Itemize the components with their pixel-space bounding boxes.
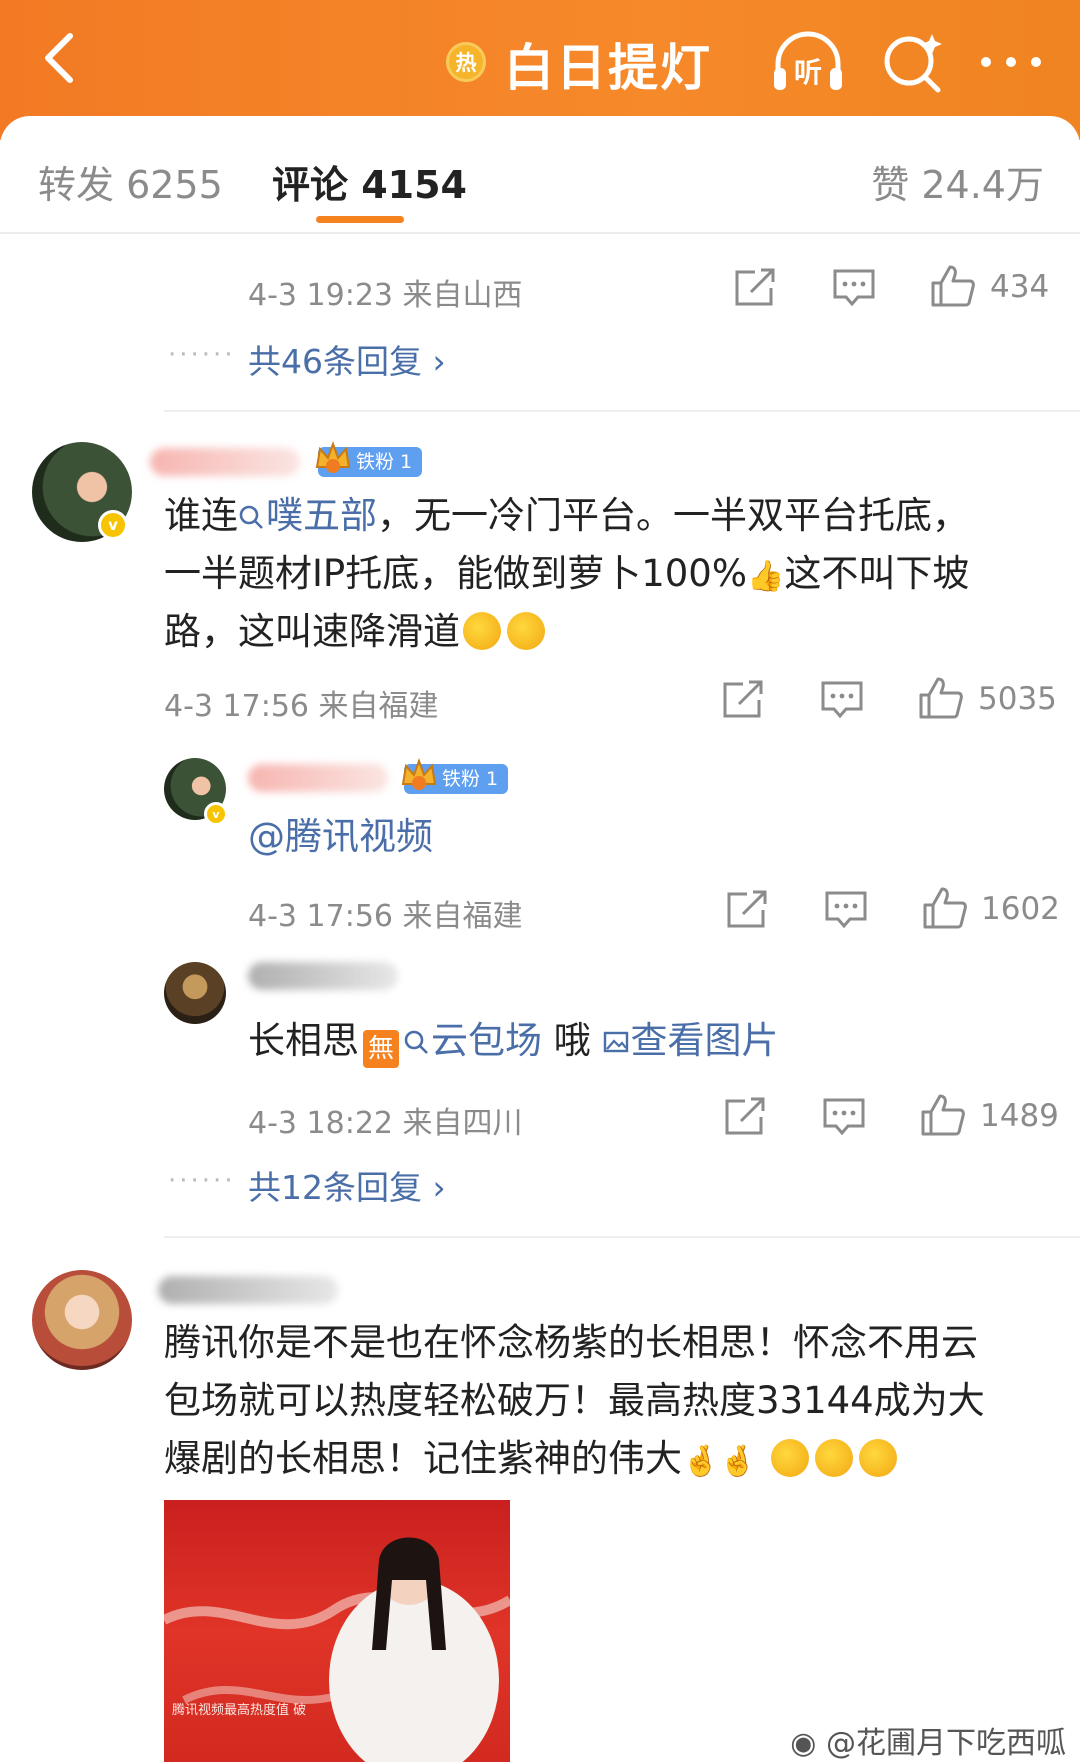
fan-badge-label: 铁粉 1 [356,451,413,473]
like-icon[interactable] [922,886,968,930]
username-blurred[interactable] [248,764,388,792]
avatar[interactable] [32,1270,132,1370]
divider [164,410,1080,412]
fan-badge: 铁粉 1 [401,758,509,794]
comment-meta: 4-3 18:22 来自四川 [248,1106,523,1141]
username-blurred[interactable] [248,962,398,990]
comment-icon[interactable] [822,1097,866,1137]
like-count: 1602 [981,891,1060,927]
like-icon[interactable] [918,676,964,720]
wu-badge-icon: 無 [363,1030,399,1068]
view-replies-link[interactable]: 共46条回复 › [248,335,446,383]
divider [164,1236,1080,1238]
username-blurred[interactable] [150,448,300,476]
comment-meta: 4-3 17:56 来自福建 [164,689,439,724]
fan-badge: 铁粉 1 [315,441,423,477]
comment-text: 腾讯你是不是也在怀念杨紫的长相思！怀念不用云 [164,1321,978,1364]
flower-face-emoji-icon [859,1439,898,1477]
comment-icon[interactable] [820,680,864,720]
weibo-watermark: ◉ @花圃月下吃西呱 [790,1726,1066,1761]
view-image-link[interactable]: 查看图片 [603,1019,779,1062]
verified-badge-icon: v [98,510,128,540]
reply-dots: ······ [168,1166,236,1196]
photo-caption: 腾讯视频最高热度值 破 [172,1702,306,1718]
thumbs-up-emoji-icon: 👍 [747,559,785,594]
topic-link[interactable]: 噗五部 [238,494,377,537]
chevron-right-icon: › [432,1168,446,1207]
crown-icon [315,441,351,473]
tab-repost[interactable]: 转发 6255 [38,154,223,209]
back-arrow-icon[interactable] [34,28,94,88]
finger-heart-emoji-icon: 🤞 [719,1444,757,1479]
comment-text-line2: 包场就可以热度轻松破万！最高热度33144成为大 [164,1379,985,1422]
listen-label: 听 [794,56,822,89]
verified-badge-icon: v [204,802,228,826]
share-icon[interactable] [733,268,777,308]
tab-bar: 转发 6255 评论 4154 赞 24.4万 [0,116,1080,234]
like-icon[interactable] [930,264,976,308]
username-blurred[interactable] [158,1276,338,1304]
like-count: 434 [990,269,1050,305]
tab-comment[interactable]: 评论 4154 [272,154,467,209]
listen-icon[interactable]: 听 [770,30,846,94]
rofl-emoji-icon [507,612,545,650]
more-icon[interactable] [976,50,1046,74]
replies-label: 共46条回复 [248,342,422,381]
comment-icon[interactable] [832,268,876,308]
search-icon[interactable] [880,30,946,96]
comment-meta: 4-3 17:56 来自福建 [248,899,523,934]
flower-face-emoji-icon [815,1439,854,1477]
avatar[interactable] [164,962,226,1024]
comment-icon[interactable] [824,890,868,930]
replies-label: 共12条回复 [248,1168,422,1207]
comment-meta: 4-3 19:23 来自山西 [248,278,523,313]
rofl-emoji-icon [463,612,501,650]
drama-still-image: 腾讯视频最高热度值 破 [164,1537,510,1762]
share-icon[interactable] [725,890,769,930]
like-count: 1489 [980,1098,1059,1134]
comment-image[interactable]: 腾讯视频最高热度值 破 [164,1500,510,1762]
like-count: 5035 [978,681,1057,717]
like-icon[interactable] [920,1093,966,1137]
search-topic-icon [404,1030,428,1054]
chevron-right-icon: › [432,342,446,381]
view-replies-link[interactable]: 共12条回复 › [248,1161,446,1209]
flower-face-emoji-icon [771,1439,810,1477]
reply-dots: ······ [168,340,236,370]
weibo-logo-icon: ◉ [790,1726,817,1761]
fan-badge-label: 铁粉 1 [442,768,499,790]
comment-text-line2: 一半题材IP托底，能做到萝卜100%👍这不叫下坡 [164,545,969,606]
mention-link[interactable]: @腾讯视频 [248,808,433,866]
finger-heart-emoji-icon: 🤞 [682,1444,720,1479]
comment-text-line3: 爆剧的长相思！记住紫神的伟大🤞🤞 [164,1430,900,1491]
share-icon[interactable] [723,1097,767,1137]
search-topic-icon [239,505,263,529]
page-title: 白日提灯 [504,39,712,97]
hot-icon: 热 [446,42,486,82]
comment-text: 谁连 噗五部，无一冷门平台。一半双平台托底， [164,494,969,537]
topic-link[interactable]: 云包场 [403,1019,542,1062]
active-tab-indicator [316,216,404,223]
share-icon[interactable] [721,680,765,720]
comment-text: 长相思無云包场 哦 查看图片 [248,1012,779,1070]
image-icon [603,1031,628,1053]
comment-text-line3: 路，这叫速降滑道 [164,603,548,661]
tab-like[interactable]: 赞 24.4万 [871,154,1044,209]
crown-icon [401,758,437,790]
